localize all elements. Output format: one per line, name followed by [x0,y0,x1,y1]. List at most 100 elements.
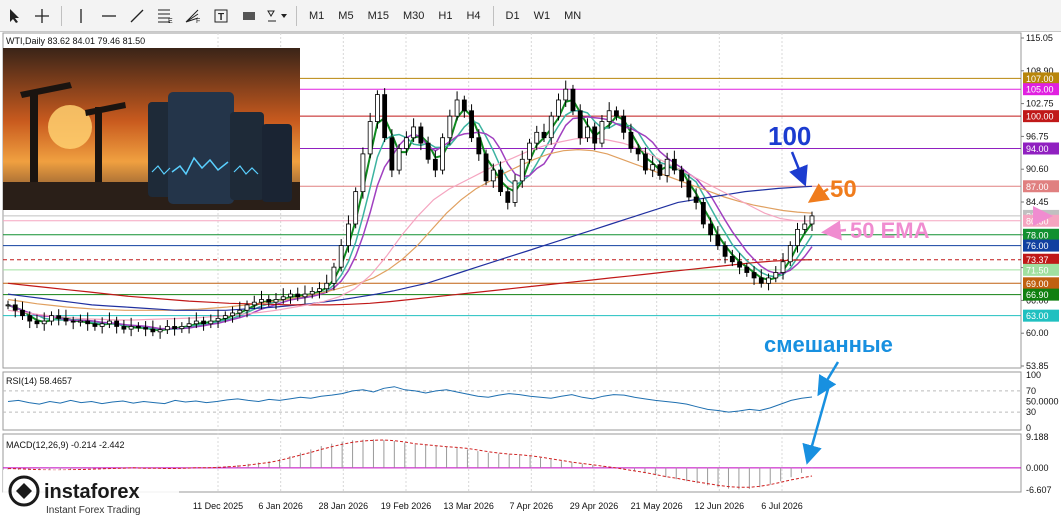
candle-body [454,99,460,117]
candle-body [12,304,18,311]
candle-body [302,293,308,298]
candle-body [295,293,301,298]
candle-body [556,99,561,117]
candle-body [135,326,141,328]
price-chart[interactable]: 115.05108.90102.7596.7590.6084.4578.3072… [0,32,1061,518]
candle-body [744,266,750,273]
candle-body [186,323,192,327]
timeframe-d1[interactable]: D1 [501,4,525,28]
candle-body [164,326,170,331]
candle-body [360,153,366,193]
price-tick-label: 115.05 [1026,33,1053,43]
macd-tick-label: -6.607 [1026,485,1052,495]
crosshair-icon[interactable] [30,4,54,28]
candle-body [671,158,677,171]
price-level-label: 87.00 [1026,182,1049,192]
fibonacci-icon[interactable]: E [153,4,177,28]
macd-tick-label: 9.188 [1026,432,1049,442]
rsi-title: RSI(14) 58.4657 [6,376,72,386]
time-tick-label: 19 Feb 2026 [381,501,432,511]
svg-text:F: F [196,18,200,24]
price-axis: 115.05108.90102.7596.7590.6084.4578.3072… [1021,33,1059,495]
instaforex-watermark: instaforex Instant Forex Trading [3,470,179,518]
rectangle-icon[interactable] [237,4,261,28]
price-tick-label: 102.75 [1026,99,1054,109]
cursor-icon[interactable] [2,4,26,28]
timeframe-m5[interactable]: M5 [333,4,358,28]
price-tick-label: 60.00 [1026,328,1049,338]
watermark-brand: instaforex [44,481,140,503]
candle-body [512,180,518,203]
candle-body [679,169,685,182]
candle-body [447,115,453,139]
annotation-50-ema: 50 EMA [850,218,930,243]
price-level-label: 100.00 [1026,112,1054,122]
timeframe-mn[interactable]: MN [559,4,586,28]
candle-body [208,320,214,325]
candle-body [693,196,699,203]
fibonacci-fan-icon[interactable]: F [181,4,205,28]
vertical-line-icon[interactable] [69,4,93,28]
annotation-100: 100 [768,121,811,151]
trendline-icon[interactable] [125,4,149,28]
toolbar-separator [492,5,494,26]
annotation-mixed: смешанные [764,332,893,357]
vertical-grid [217,33,783,492]
timeframe-w1[interactable]: W1 [529,4,556,28]
candle-body [411,126,417,139]
annotation-50: 50 [830,176,857,203]
candle-body [150,328,156,333]
candle-body [650,164,656,171]
candle-body [375,94,380,122]
candle-body [628,131,634,149]
timeframe-m1[interactable]: M1 [304,4,329,28]
candle-body [331,266,337,284]
price-level-label: 69.00 [1026,279,1049,289]
time-tick-label: 6 Jul 2026 [761,501,803,511]
candle-body [215,317,221,322]
candle-body [541,131,547,139]
time-tick-label: 29 Apr 2026 [570,501,619,511]
candle-body [621,115,627,133]
candle-body [548,115,554,139]
candle-body [143,327,149,330]
candle-body [425,142,431,160]
candle-body [643,153,648,171]
candle-body [751,272,757,279]
price-level-label: 73.37 [1026,255,1049,265]
candle-body [440,137,445,171]
timeframe-m30[interactable]: M30 [398,4,429,28]
horizontal-line-icon[interactable] [97,4,121,28]
candle-body [519,158,525,182]
time-tick-label: 28 Jan 2026 [319,501,369,511]
candle-body [121,326,127,330]
candle-body [396,148,402,171]
candle-body [353,191,359,225]
candle-body [563,88,569,101]
candle-body [107,320,112,325]
time-axis: 11 Dec 2025 6 Jan 2026 28 Jan 2026 19 Feb 2… [193,501,803,511]
text-label-icon[interactable]: T [209,4,233,28]
candle-body [280,296,286,300]
candle-body [795,228,800,246]
candle-body [802,223,808,230]
candle-body [758,277,764,284]
timeframe-h4[interactable]: H4 [461,4,485,28]
rsi-pane-border [2,371,1022,431]
timeframe-h1[interactable]: H1 [433,4,457,28]
price-level-label: 80.60 [1026,216,1049,226]
candle-body [367,121,373,155]
candle-body [780,261,786,273]
candle-body [288,293,293,298]
candle-body [157,329,163,333]
rsi-tick-label: 50.0000 [1026,397,1059,407]
price-level-label: 76.00 [1026,241,1049,251]
timeframe-m15[interactable]: M15 [363,4,394,28]
candle-body [599,121,605,144]
toolbar-separator [296,5,297,26]
rsi-line [7,386,813,413]
shapes-dropdown-icon[interactable] [265,4,289,28]
candle-body [737,261,742,268]
time-tick-label: 12 Jun 2026 [695,501,745,511]
rsi-tick-label: 70 [1026,386,1036,396]
